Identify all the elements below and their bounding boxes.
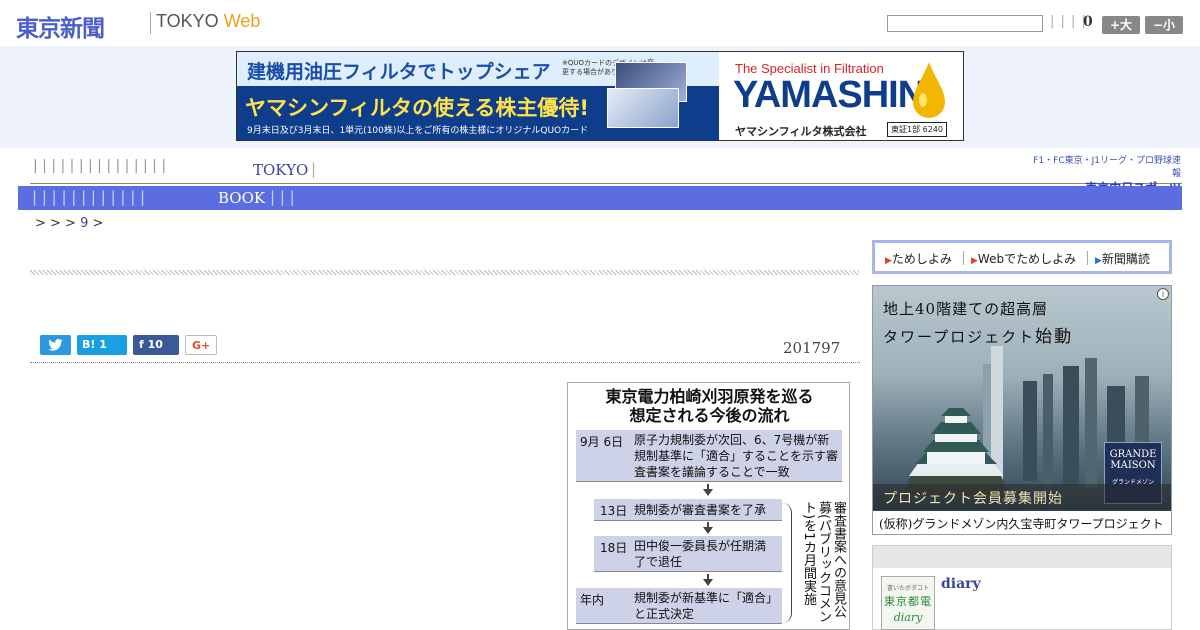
figure-row-4-date: 年内	[580, 593, 605, 607]
ad-company: ヤマシンフィルタ株式会社	[735, 125, 867, 138]
breadcrumb-prefix: > > >	[35, 216, 76, 231]
figure-row-2-text: 規制委が審査書案を了承	[634, 503, 767, 517]
sidebar-diary-box: 書いたボダコト 東京都電 diary diary	[872, 545, 1172, 630]
breadcrumb: > > > 9 >	[35, 216, 103, 231]
ad-brand: YAMASHIN	[733, 74, 925, 116]
grande-maison-logo-line2: MAISON	[1110, 460, 1156, 471]
figure-title: 東京電力柏崎刈羽原発を巡る 想定される今後の流れ	[568, 387, 849, 425]
figure-row-3-date: 18日	[600, 541, 628, 555]
sidebar-link-separator	[1087, 251, 1088, 265]
figure-row-4-text: 規制委が新基準に「適合」と正式決定	[634, 591, 779, 621]
triangle-right-icon: ▶	[971, 256, 978, 266]
figure-vertical-note: 審査書案への意見公募(パブリックコメント)を1カ月間実施	[801, 501, 846, 624]
oil-drop-icon	[913, 62, 945, 118]
section-nav-bar: | | | | | | | | | | | | BOOK | | |	[18, 186, 1182, 210]
sidebar-link-box: ▶ためしよみ ▶Webでためしよみ ▶新聞購読	[872, 240, 1172, 274]
ad-building	[1043, 374, 1053, 484]
ad-caption-text: プロジェクト会員募集開始	[883, 491, 1063, 507]
ad-brand-panel: The Specialist in Filtration YAMASHIN ヤマ…	[719, 52, 963, 140]
logo-divider	[150, 12, 151, 34]
ad-headline-2b: 始動	[1035, 327, 1074, 347]
figure-brace	[780, 503, 792, 623]
facebook-count: f 10	[139, 338, 163, 351]
sidebar-link-subscribe[interactable]: ▶新聞購読	[1095, 250, 1150, 267]
nav-divider	[30, 183, 1182, 184]
figure-row-3-text: 田中俊一委員長が任期満了で退任	[634, 539, 767, 569]
triangle-right-icon: ▶	[885, 256, 892, 266]
search-input[interactable]	[887, 15, 1043, 32]
tokyo-label: TOKYO	[156, 11, 219, 31]
figure-row-1-text: 原子力規制委が次回、6、7号機が新規制基準に「適合」することを示す審査書案を議論…	[634, 433, 839, 479]
diary-thumb-label: diary	[893, 611, 923, 624]
chunichi-tagline: F1・FC東京・J1リーグ・プロ野球速報	[1033, 156, 1181, 179]
ad-building	[1023, 381, 1037, 481]
down-arrow-icon	[703, 489, 713, 496]
twitter-icon	[48, 339, 63, 351]
yamashin-banner-ad[interactable]: 建機用油圧フィルタでトップシェア ※QUOカードのデザインは変更する場合がありま…	[236, 51, 964, 141]
quo-card-images	[607, 62, 717, 128]
nav-item-tokyo[interactable]: TOKYO	[253, 161, 308, 179]
diary-link[interactable]: diary	[941, 576, 981, 592]
font-size-down-button[interactable]: −小	[1145, 16, 1183, 34]
figure-title-line1: 東京電力柏崎刈羽原発を巡る	[605, 387, 814, 406]
sidebar-link-separator	[963, 251, 964, 265]
down-arrow-icon	[703, 579, 713, 586]
hatena-bookmark-button[interactable]: B! 1	[77, 335, 127, 355]
article-date: 201797	[783, 339, 841, 357]
breadcrumb-link[interactable]: 9	[80, 216, 88, 231]
sidebar-box-header	[873, 546, 1171, 568]
diary-thumb-top: 書いたボダコト	[886, 585, 929, 592]
main-nav[interactable]: | | | | | | | | | | | | | | |	[33, 158, 166, 180]
header-link-separators: | | | |	[1050, 14, 1087, 29]
hatena-count: B! 1	[82, 338, 107, 351]
sidebar-ad-grande-maison[interactable]: 地上40階建ての超高層 タワープロジェクト始動 GRANDE MAISON グラ…	[872, 285, 1172, 535]
osaka-castle-image	[901, 408, 1011, 496]
section-nav-separators: | | | | | | | | | | | |	[32, 188, 146, 206]
quo-card-2	[607, 88, 679, 128]
site-logo[interactable]: 東京新聞	[16, 9, 105, 43]
down-arrow-icon	[703, 527, 713, 534]
sidebar-link-tameshiyomi[interactable]: ▶ためしよみ	[885, 250, 952, 267]
nav-separator: |	[311, 160, 317, 178]
ad-headline-1: 地上40階建ての超高層	[883, 300, 1049, 318]
ad-headline: 建機用油圧フィルタでトップシェア	[247, 61, 551, 83]
ad-stock-code: 東証1部 6240	[887, 122, 947, 137]
section-nav-book[interactable]: BOOK	[218, 189, 265, 207]
article-header-rule	[30, 270, 860, 275]
ad-building	[1063, 366, 1079, 486]
ad-building	[1085, 358, 1097, 488]
ad-info-icon[interactable]: i	[1157, 288, 1169, 300]
article-figure[interactable]: 東京電力柏崎刈羽原発を巡る 想定される今後の流れ 9月 6日 原子力規制委が次回…	[567, 382, 850, 630]
web-label: Web	[223, 11, 261, 31]
figure-row-1-date: 9月 6日	[580, 435, 624, 449]
section-nav-separators-2: | | |	[270, 188, 295, 206]
grande-maison-logo-line1: GRANDE	[1109, 449, 1157, 460]
diary-thumb-title: 東京都電	[884, 595, 932, 608]
sidebar-link-label: ためしよみ	[891, 252, 952, 266]
sidebar-link-web-tameshiyomi[interactable]: ▶Webでためしよみ	[971, 250, 1076, 267]
ad-footer-text: (仮称)グランドメゾン内久宝寺町タワープロジェクト	[879, 517, 1164, 531]
figure-row-2-date: 13日	[600, 504, 628, 518]
ad-headline-2a: タワープロジェクト	[883, 328, 1036, 346]
triangle-right-icon: ▶	[1095, 256, 1102, 266]
top-ad-strip: 建機用油圧フィルタでトップシェア ※QUOカードのデザインは変更する場合がありま…	[0, 46, 1200, 148]
diary-thumbnail[interactable]: 書いたボダコト 東京都電 diary	[881, 576, 935, 630]
ad-headline-2: タワープロジェクト始動	[883, 322, 1073, 347]
figure-title-line2: 想定される今後の流れ	[629, 406, 790, 425]
site-header: 東京新聞 TOKYO Web | | | | 0 +大 −小	[0, 0, 1200, 46]
sidebar-link-label: 新聞購読	[1101, 252, 1150, 266]
font-size-up-button[interactable]: +大	[1102, 16, 1140, 34]
twitter-share-button[interactable]	[40, 335, 71, 355]
ad-main-text: ヤマシンフィルタの使える株主優待!	[245, 96, 589, 120]
google-plus-button[interactable]: G+	[185, 335, 217, 355]
article-divider	[30, 362, 860, 363]
sidebar-link-label: Webでためしよみ	[977, 252, 1077, 266]
breadcrumb-suffix: >	[92, 216, 104, 231]
header-count: 0	[1083, 14, 1093, 30]
ad-sub-text: 9月末日及び3月末日、1単元(100株)以上をご所有の株主様にオリジナルQUOカ…	[247, 126, 589, 136]
facebook-share-button[interactable]: f 10	[133, 335, 179, 355]
tokyo-web-logo[interactable]: TOKYO Web	[156, 11, 260, 32]
google-plus-label: G+	[192, 339, 211, 352]
